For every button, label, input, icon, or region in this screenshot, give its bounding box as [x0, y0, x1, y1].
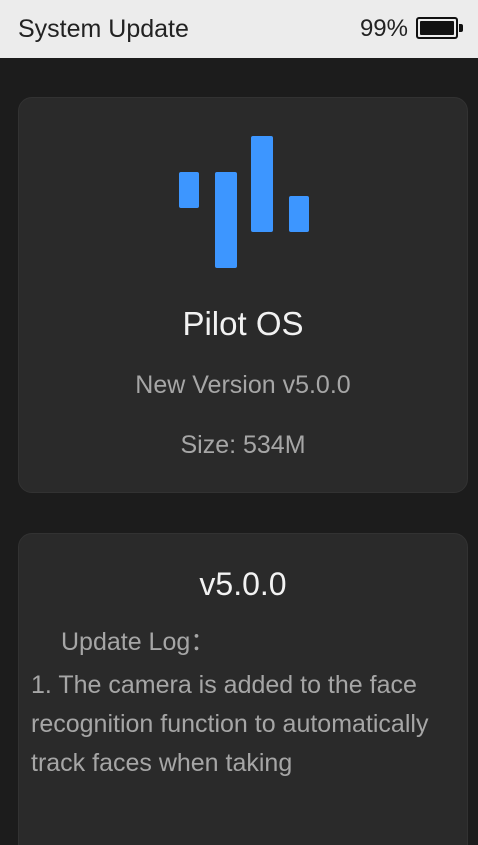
- battery-body: [416, 17, 458, 39]
- update-log-heading: Update Log：: [61, 628, 216, 656]
- log-version-title: v5.0.0: [199, 566, 287, 602]
- status-bar: System Update 99%: [0, 0, 478, 58]
- update-log-card[interactable]: v5.0.0 Update Log： 1. The camera is adde…: [18, 533, 468, 845]
- update-log-text: 1. The camera is added to the face recog…: [31, 671, 429, 777]
- os-name: Pilot OS: [182, 305, 304, 342]
- battery-percentage: 99%: [359, 15, 408, 42]
- update-size-label: Size: 534M: [180, 431, 306, 459]
- system-update-screen: System Update 99% Pilot OS New Version v…: [0, 0, 478, 845]
- battery-fill: [420, 21, 454, 35]
- logo-bar-2: [215, 172, 237, 268]
- battery-icon: [416, 17, 464, 39]
- os-info-card: Pilot OS New Version v5.0.0 Size: 534M: [18, 97, 468, 493]
- logo-bar-1: [179, 172, 199, 208]
- page-title: System Update: [18, 15, 189, 43]
- logo-bar-3: [251, 136, 273, 232]
- logo-bar-4: [289, 196, 309, 232]
- new-version-label: New Version v5.0.0: [135, 371, 351, 399]
- bars-logo-icon: [179, 136, 309, 268]
- battery-tip: [459, 24, 463, 32]
